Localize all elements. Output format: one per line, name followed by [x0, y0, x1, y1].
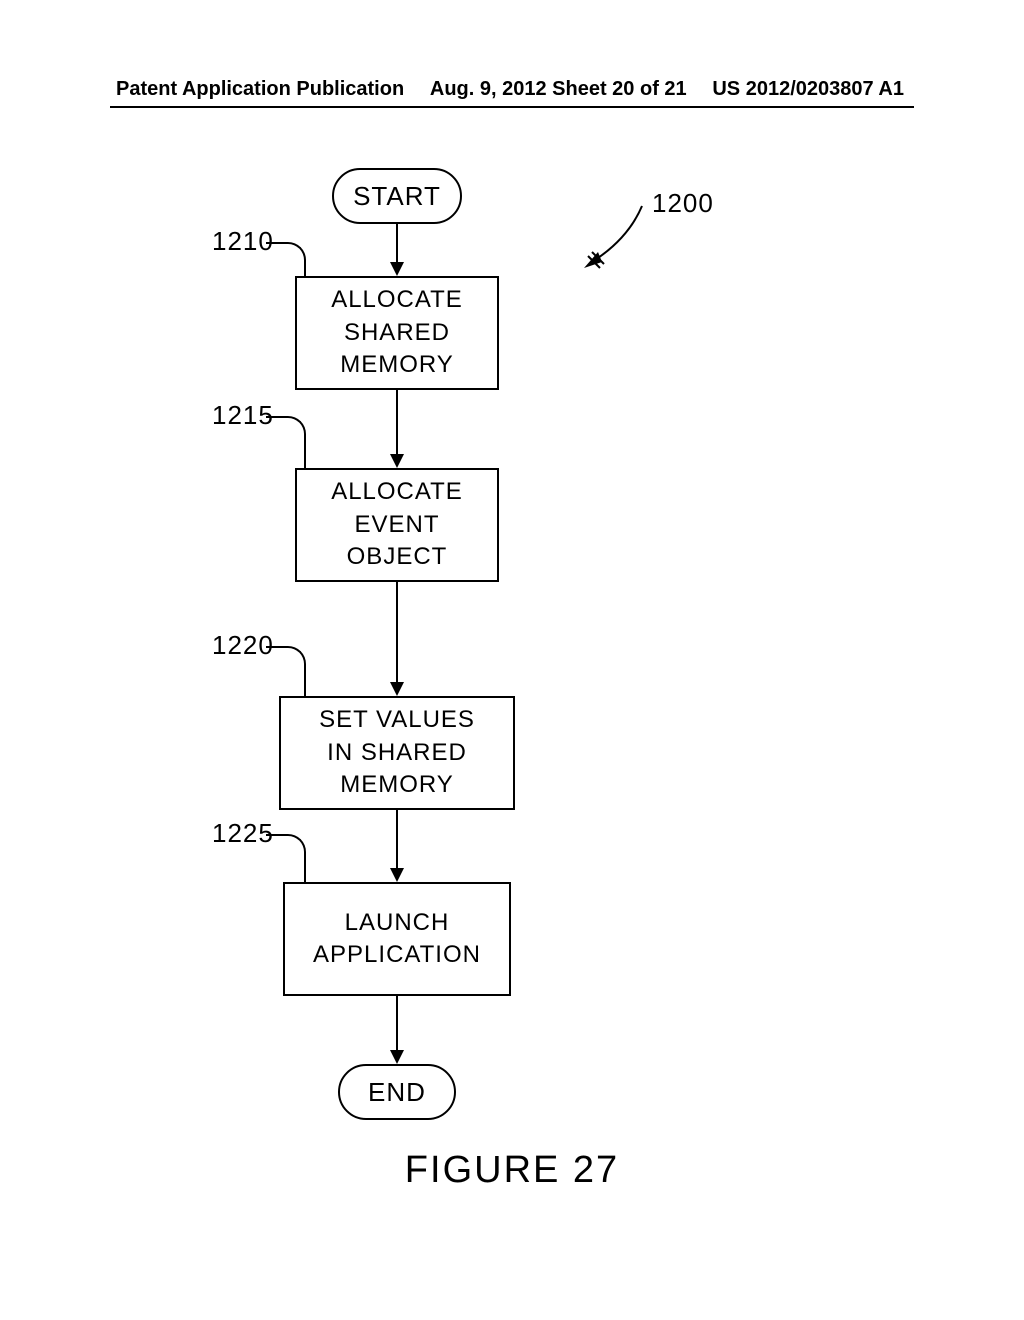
lead-line — [266, 416, 306, 470]
header-center: Aug. 9, 2012 Sheet 20 of 21 — [430, 78, 687, 101]
lead-line — [266, 646, 306, 698]
process-step-1210: ALLOCATE SHARED MEMORY — [295, 276, 499, 390]
arrow-line — [396, 582, 398, 684]
arrow-head-icon — [390, 262, 404, 276]
lead-line — [266, 834, 306, 884]
page-header: Patent Application Publication Aug. 9, 2… — [0, 78, 1024, 101]
arrow-head-icon — [390, 868, 404, 882]
terminal-end-label: END — [368, 1077, 426, 1108]
process-step-1225: LAUNCH APPLICATION — [283, 882, 511, 996]
flowchart: 1200 START 1210 ALLOCATE SHARED MEMORY 1… — [0, 168, 1024, 1128]
ref-label-1220: 1220 — [212, 630, 274, 661]
header-right: US 2012/0203807 A1 — [712, 78, 904, 101]
ref-label-1215: 1215 — [212, 400, 274, 431]
terminal-end: END — [338, 1064, 456, 1120]
figure-label: FIGURE 27 — [0, 1149, 1024, 1192]
arrow-line — [396, 224, 398, 264]
process-text: ALLOCATE SHARED MEMORY — [331, 284, 463, 381]
lead-line — [266, 242, 306, 278]
arrow-line — [396, 390, 398, 456]
arrow-line — [396, 996, 398, 1052]
process-text: ALLOCATE EVENT OBJECT — [331, 476, 463, 573]
process-step-1215: ALLOCATE EVENT OBJECT — [295, 468, 499, 582]
pointer-arrow-icon — [580, 204, 650, 274]
ref-label-1225: 1225 — [212, 818, 274, 849]
ref-label-1210: 1210 — [212, 226, 274, 257]
arrow-line — [396, 810, 398, 870]
process-text: SET VALUES IN SHARED MEMORY — [319, 704, 475, 801]
header-left: Patent Application Publication — [116, 78, 404, 101]
process-step-1220: SET VALUES IN SHARED MEMORY — [279, 696, 515, 810]
header-rule — [110, 106, 914, 108]
process-text: LAUNCH APPLICATION — [313, 907, 481, 972]
terminal-start-label: START — [353, 181, 441, 212]
arrow-head-icon — [390, 1050, 404, 1064]
terminal-start: START — [332, 168, 462, 224]
arrow-head-icon — [390, 454, 404, 468]
ref-label-main: 1200 — [652, 188, 714, 219]
arrow-head-icon — [390, 682, 404, 696]
